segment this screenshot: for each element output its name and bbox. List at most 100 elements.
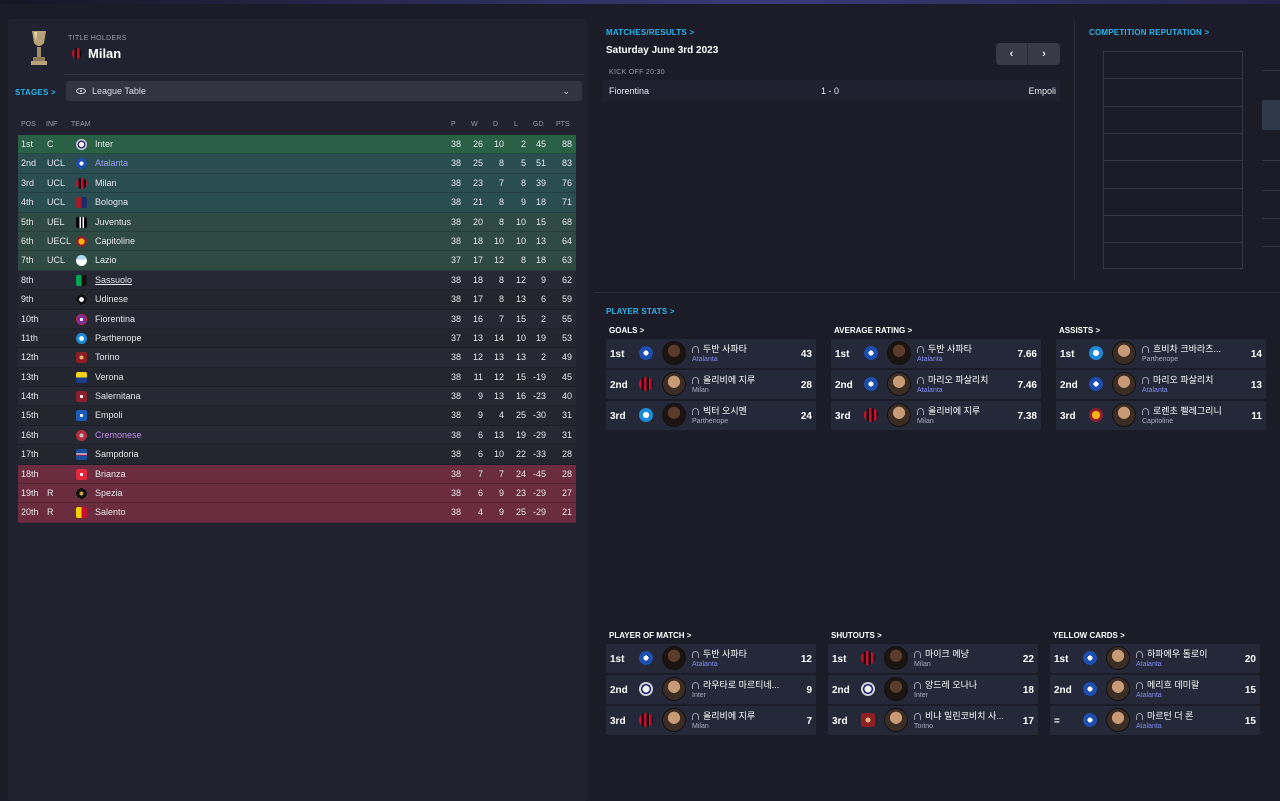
yellow-cards-title[interactable]: YELLOW CARDS > [1053,631,1125,640]
competition-reputation-link[interactable]: COMPETITION REPUTATION > [1089,28,1209,37]
player-avatar[interactable] [887,372,911,396]
player-club[interactable]: Parthenope [692,418,728,425]
table-row[interactable]: 3rd UCL Milan 38 23 7 8 39 76 [18,173,576,194]
next-date-button[interactable]: › [1028,43,1060,65]
team-name[interactable]: Lazio [95,255,117,265]
player-club[interactable]: Atalanta [917,387,943,394]
team-name[interactable]: Sassuolo [95,275,132,285]
table-row[interactable]: 20th R Salento 38 4 9 25 -29 21 [18,503,576,523]
player-name[interactable]: 마리오 파살리치 [917,373,988,386]
team-name[interactable]: Salernitana [95,391,141,401]
player-avatar[interactable] [1112,403,1136,427]
table-row[interactable]: 4th UCL Bologna 38 21 8 9 18 71 [18,193,576,213]
table-row[interactable]: 5th UEL Juventus 38 20 8 10 15 68 [18,212,576,232]
table-row[interactable]: 1st C Inter 38 26 10 2 45 88 [18,135,576,155]
col-gd[interactable]: GD [533,121,544,128]
table-row[interactable]: 17th Sampdoria 38 6 10 22 -33 28 [18,445,576,465]
team-name[interactable]: Sampdoria [95,449,139,459]
col-inf[interactable]: INF [46,121,57,128]
team-name[interactable]: Capitoline [95,236,135,246]
player-club[interactable]: Atalanta [1136,692,1162,699]
player-name[interactable]: 메리흐 데미랄 [1136,678,1199,691]
match-score[interactable]: 1 - 0 [821,86,839,96]
team-name[interactable]: Empoli [95,410,123,420]
table-row[interactable]: 12th Torino 38 12 13 13 2 49 [18,348,576,368]
stat-row[interactable]: 1st 마이크 메냥 Milan 22 [828,644,1038,673]
assists-title[interactable]: ASSISTS > [1059,326,1100,335]
table-row[interactable]: 10th Fiorentina 38 16 7 15 2 55 [18,309,576,329]
stat-row[interactable]: 2nd 앙드레 오나나 Inter 18 [828,675,1038,704]
player-name[interactable]: 흐비차 크바라츠... [1142,342,1221,355]
stat-row[interactable]: 1st 흐비차 크바라츠... Parthenope 14 [1056,339,1266,368]
stat-row[interactable]: 1st 두반 사파타 Atalanta 43 [606,339,816,368]
player-avatar[interactable] [1112,341,1136,365]
table-row[interactable]: 15th Empoli 38 9 4 25 -30 31 [18,406,576,426]
player-club[interactable]: Atalanta [692,661,718,668]
player-avatar[interactable] [662,341,686,365]
player-club[interactable]: Parthenope [1142,356,1178,363]
stat-row[interactable]: 2nd 라우타로 마르티네... Inter 9 [606,675,816,704]
col-pos[interactable]: POS [21,121,36,128]
stat-row[interactable]: = 마르턴 더 론 Atalanta 15 [1050,706,1260,735]
stat-row[interactable]: 2nd 마리오 파살리치 Atalanta 13 [1056,370,1266,399]
player-club[interactable]: Atalanta [1142,387,1168,394]
player-avatar[interactable] [887,403,911,427]
team-name[interactable]: Bologna [95,197,128,207]
team-name[interactable]: Udinese [95,294,128,304]
col-l[interactable]: L [514,121,518,128]
player-name[interactable]: 올리비에 지루 [917,404,980,417]
stages-link[interactable]: STAGES > [15,88,56,97]
player-avatar[interactable] [1112,372,1136,396]
stat-row[interactable]: 2nd 메리흐 데미랄 Atalanta 15 [1050,675,1260,704]
player-avatar[interactable] [884,708,908,732]
player-club[interactable]: Milan [914,661,931,668]
col-team[interactable]: TEAM [71,121,90,128]
player-avatar[interactable] [662,403,686,427]
stat-row[interactable]: 1st 두반 사파타 Atalanta 12 [606,644,816,673]
prev-date-button[interactable]: ‹ [996,43,1028,65]
stat-row[interactable]: 2nd 마리오 파살리치 Atalanta 7.46 [831,370,1041,399]
team-name[interactable]: Cremonese [95,430,142,440]
team-name[interactable]: Brianza [95,469,126,479]
team-name[interactable]: Spezia [95,488,123,498]
stat-row[interactable]: 3rd 올리비에 지루 Milan 7 [606,706,816,735]
player-name[interactable]: 올리비에 지루 [692,709,755,722]
player-club[interactable]: Milan [692,723,709,730]
goals-title[interactable]: GOALS > [609,326,644,335]
stat-row[interactable]: 2nd 올리비에 지루 Milan 28 [606,370,816,399]
player-name[interactable]: 두반 사파타 [692,342,747,355]
player-club[interactable]: Atalanta [917,356,943,363]
stage-dropdown[interactable]: League Table ⌄ [66,81,582,101]
table-row[interactable]: 19th R Spezia 38 6 9 23 -29 27 [18,484,576,504]
stat-row[interactable]: 3rd 빅터 오시멘 Parthenope 24 [606,401,816,430]
table-row[interactable]: 18th Brianza 38 7 7 24 -45 28 [18,464,576,485]
away-team[interactable]: Empoli [1028,86,1056,96]
player-name[interactable]: 라우타로 마르티네... [692,678,779,691]
player-name[interactable]: 비냐 밀린코비치 사... [914,709,1004,722]
player-name[interactable]: 마리오 파살리치 [1142,373,1213,386]
player-of-match-title[interactable]: PLAYER OF MATCH > [609,631,691,640]
col-p[interactable]: P [451,121,456,128]
stat-row[interactable]: 1st 두반 사파타 Atalanta 7.66 [831,339,1041,368]
match-row[interactable]: Fiorentina 1 - 0 Empoli [603,80,1060,101]
player-club[interactable]: Capitoline [1142,418,1173,425]
player-name[interactable]: 앙드레 오나나 [914,678,977,691]
col-d[interactable]: D [493,121,498,128]
team-name[interactable]: Atalanta [95,158,128,168]
player-name[interactable]: 마르턴 더 론 [1136,709,1193,722]
player-avatar[interactable] [887,341,911,365]
col-w[interactable]: W [471,121,478,128]
team-name[interactable]: Milan [95,178,117,188]
player-avatar[interactable] [662,708,686,732]
player-club[interactable]: Milan [917,418,934,425]
player-club[interactable]: Milan [692,387,709,394]
player-club[interactable]: Torino [914,723,933,730]
team-name[interactable]: Parthenope [95,333,142,343]
player-club[interactable]: Atalanta [1136,723,1162,730]
stat-row[interactable]: 1st 하파에우 톨로이 Atalanta 20 [1050,644,1260,673]
player-avatar[interactable] [1106,708,1130,732]
home-team[interactable]: Fiorentina [609,86,649,96]
player-stats-link[interactable]: PLAYER STATS > [606,307,675,316]
stat-row[interactable]: 3rd 올리비에 지루 Milan 7.38 [831,401,1041,430]
table-row[interactable]: 13th Verona 38 11 12 15 -19 45 [18,367,576,388]
